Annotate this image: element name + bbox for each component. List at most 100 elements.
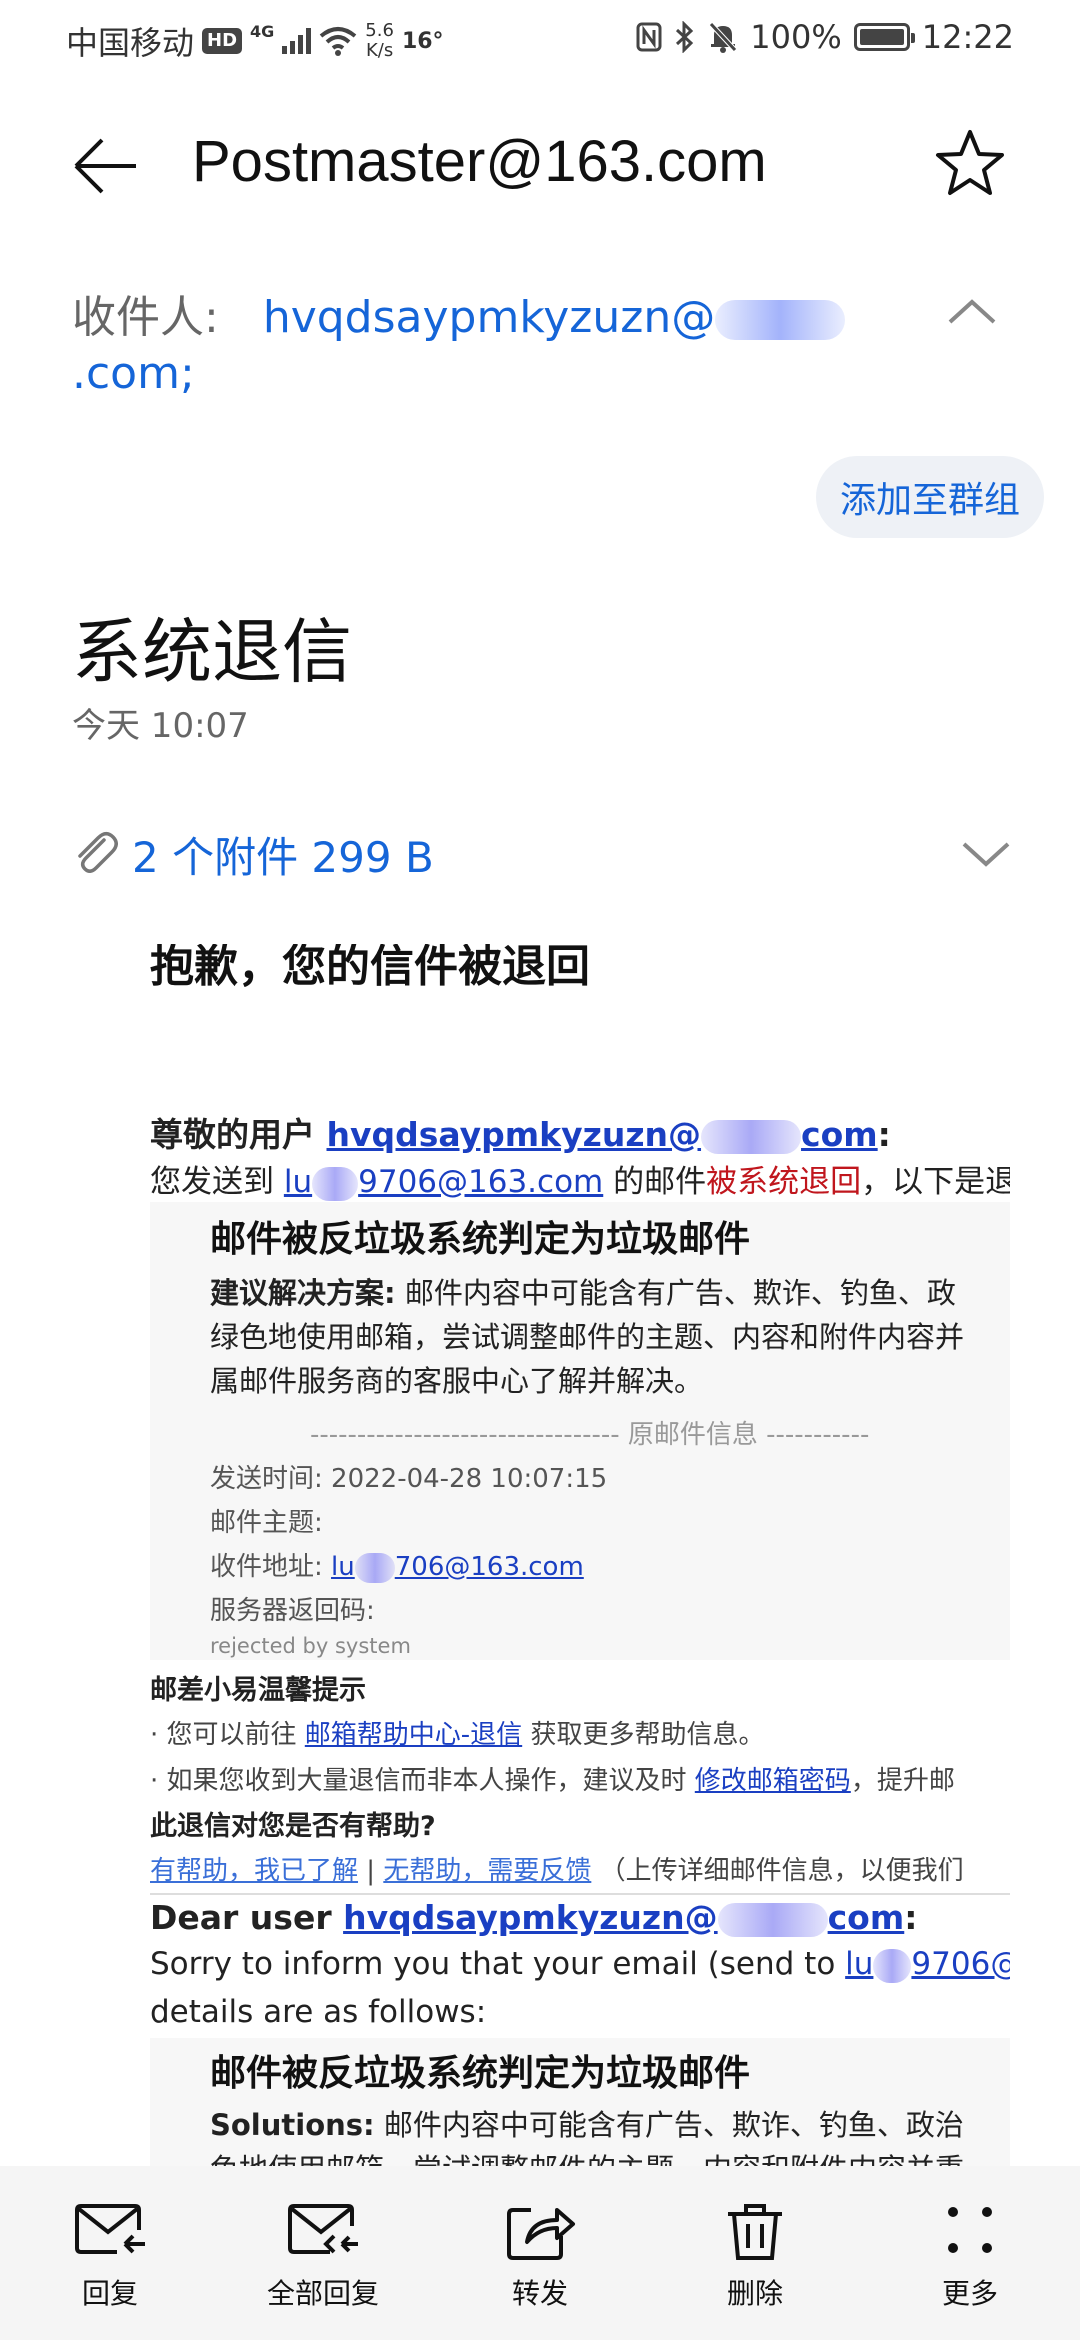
- en-solution-line-1: Solutions: 邮件内容中可能含有广告、欺诈、钓鱼、政治: [210, 2102, 964, 2144]
- trash-icon: [728, 2204, 782, 2260]
- helpful-no-link[interactable]: 无帮助，需要反馈: [383, 1856, 591, 1886]
- tip2-suffix: ，提升邮: [850, 1766, 955, 1796]
- mail-header: Postmaster@163.com: [0, 110, 1080, 210]
- clock: 12:22: [921, 18, 1014, 56]
- reply-button[interactable]: 回复: [30, 2200, 190, 2320]
- bottom-toolbar: 回复 全部回复 转发 删除 更多: [0, 2166, 1080, 2340]
- tip-line-1: · 您可以前往 邮箱帮助中心-退信 获取更多帮助信息。: [150, 1714, 764, 1751]
- helpful-separator: |: [358, 1856, 384, 1886]
- en-solution-text-1: 邮件内容中可能含有广告、欺诈、钓鱼、政治: [374, 2108, 964, 2142]
- original-info-divider: --------------------------------- 原邮件信息 …: [310, 1420, 870, 1450]
- status-right: 100% 12:22: [636, 18, 1014, 56]
- en-greeting-user-link[interactable]: hvqdsaypmkyzuzn@: [343, 1898, 718, 1937]
- redacted-blur: [354, 1552, 395, 1583]
- mail-subject: 系统退信: [72, 611, 352, 693]
- cut-heading: 抱歉，您的信件被退回: [150, 941, 590, 992]
- tip-line-2: · 如果您收到大量退信而非本人操作，建议及时 修改邮箱密码，提升邮: [150, 1760, 955, 1797]
- redacted-blur: [312, 1166, 359, 1201]
- reply-icon: [75, 2204, 145, 2254]
- chevron-down-icon[interactable]: [960, 838, 1012, 870]
- en-sorry-line: Sorry to inform you that your email (sen…: [150, 1946, 1010, 1983]
- change-password-link[interactable]: 修改邮箱密码: [695, 1766, 851, 1796]
- box-title: 邮件被反垃圾系统判定为垃圾邮件: [210, 1219, 751, 1260]
- helpful-yes-link[interactable]: 有帮助，我已了解: [150, 1856, 358, 1886]
- en-sorry-address-link-end[interactable]: 9706@163.: [911, 1946, 1010, 1982]
- greeting-colon: :: [877, 1115, 891, 1154]
- more-label: 更多: [941, 2277, 998, 2310]
- send-time-value: 2022-04-28 10:07:15: [331, 1464, 608, 1494]
- helpful-note: （上传详细邮件信息，以便我们: [591, 1856, 964, 1886]
- paperclip-icon: [78, 832, 118, 873]
- en-sorry-prefix: Sorry to inform you that your email (sen…: [150, 1946, 846, 1982]
- reply-all-button[interactable]: 全部回复: [243, 2200, 403, 2320]
- greeting-domain-link[interactable]: com: [801, 1115, 878, 1154]
- rejected-text: rejected by system: [210, 1634, 411, 1658]
- greeting-cn: 尊敬的用户 hvqdsaypmkyzuzn@ com:: [150, 1108, 891, 1156]
- en-greeting-prefix: Dear user: [150, 1898, 344, 1937]
- status-bar: 中国移动 HD 4G 5.6 K/s 16° 100% 12:22: [0, 0, 1080, 78]
- delete-button[interactable]: 删除: [675, 2200, 835, 2320]
- redacted-blur: [715, 300, 846, 340]
- recipient-address[interactable]: hvqdsaypmkyzuzn@: [263, 292, 715, 343]
- helpful-question: 此退信对您是否有帮助?: [150, 1811, 436, 1842]
- tip1-suffix: 获取更多帮助信息。: [522, 1720, 765, 1750]
- help-center-link[interactable]: 邮箱帮助中心-退信: [305, 1720, 522, 1750]
- recipient-label: 收件人:: [72, 292, 219, 343]
- battery-percent: 100%: [750, 18, 842, 56]
- hd-badge: HD: [202, 28, 243, 54]
- nfc-icon: [636, 22, 662, 52]
- solution-line-2: 绿色地使用邮箱，尝试调整邮件的主题、内容和附件内容并: [210, 1320, 965, 1354]
- tip2-prefix: · 如果您收到大量退信而非本人操作，建议及时: [150, 1766, 695, 1796]
- reply-label: 回复: [81, 2277, 138, 2310]
- solution-line-1: 建议解决方案: 邮件内容中可能含有广告、欺诈、钓鱼、政: [210, 1270, 956, 1312]
- mail-date: 今天 10:07: [72, 706, 249, 746]
- bounced-text: 被系统退回: [706, 1164, 862, 1200]
- chevron-up-icon[interactable]: [946, 292, 998, 332]
- attachments-summary: 2 个附件 299 B: [132, 833, 434, 882]
- send-time-row: 发送时间: 2022-04-28 10:07:15: [210, 1458, 607, 1495]
- greeting-user-link[interactable]: hvqdsaypmkyzuzn@: [327, 1115, 702, 1154]
- greeting-en: Dear user hvqdsaypmkyzuzn@ com:: [150, 1898, 917, 1937]
- recipient-address-end[interactable]: .com;: [72, 348, 195, 399]
- network-type: 4G: [250, 21, 275, 41]
- back-arrow-icon[interactable]: [66, 126, 146, 206]
- sent-address-link-end[interactable]: 9706@163.com: [358, 1164, 603, 1200]
- status-left: 中国移动 HD 4G 5.6 K/s 16°: [66, 18, 444, 64]
- tip1-prefix: · 您可以前往: [150, 1720, 305, 1750]
- sent-address-link[interactable]: lu: [284, 1164, 312, 1200]
- mail-body: 抱歉，您的信件被退回 尊敬的用户 hvqdsaypmkyzuzn@ com: 您发…: [150, 930, 1010, 2170]
- en-solutions-label: Solutions:: [210, 2108, 375, 2142]
- send-time-label: 发送时间:: [210, 1464, 323, 1494]
- recv-address-link[interactable]: lu: [331, 1552, 355, 1582]
- wifi-icon: [320, 27, 357, 56]
- recv-address-label: 收件地址:: [210, 1552, 323, 1582]
- mail-subject-label: 邮件主题:: [210, 1508, 323, 1538]
- redacted-blur: [717, 1902, 828, 1937]
- en-greeting-domain-link[interactable]: com: [828, 1898, 905, 1937]
- more-button[interactable]: 更多: [890, 2200, 1050, 2320]
- sender-address: Postmaster@163.com: [192, 129, 767, 194]
- forward-button[interactable]: 转发: [460, 2200, 620, 2320]
- redacted-blur: [873, 1948, 912, 1983]
- temperature: 16°: [401, 28, 444, 54]
- recipient-row: 收件人: hvqdsaypmkyzuzn@ .com;: [72, 290, 992, 402]
- sent-mid: 的邮件: [603, 1164, 707, 1200]
- signal-icon: [282, 28, 312, 54]
- carrier-name: 中国移动: [66, 24, 195, 62]
- greeting-prefix: 尊敬的用户: [150, 1115, 327, 1154]
- speed-unit: K/s: [365, 40, 394, 61]
- star-icon[interactable]: [930, 124, 1010, 204]
- attachments-row[interactable]: 2 个附件 299 B: [72, 820, 1012, 882]
- solution-line-3: 属邮件服务商的客服中心了解并解决。: [210, 1364, 704, 1398]
- solution-text-1: 邮件内容中可能含有广告、欺诈、钓鱼、政: [395, 1276, 956, 1310]
- sent-prefix: 您发送到: [150, 1164, 284, 1200]
- recv-address-link-end[interactable]: 706@163.com: [395, 1552, 584, 1582]
- en-details-line: details are as follows:: [150, 1994, 487, 2030]
- bounce-reason-box: 邮件被反垃圾系统判定为垃圾邮件 建议解决方案: 邮件内容中可能含有广告、欺诈、钓…: [150, 1202, 1010, 1660]
- add-to-group-button[interactable]: 添加至群组: [816, 456, 1044, 538]
- battery-fill: [859, 29, 904, 45]
- network-speed: 5.6 K/s: [365, 21, 394, 61]
- en-sorry-address-link[interactable]: lu: [845, 1946, 873, 1982]
- reply-all-icon: [288, 2204, 358, 2254]
- en-box-title: 邮件被反垃圾系统判定为垃圾邮件: [210, 2053, 751, 2094]
